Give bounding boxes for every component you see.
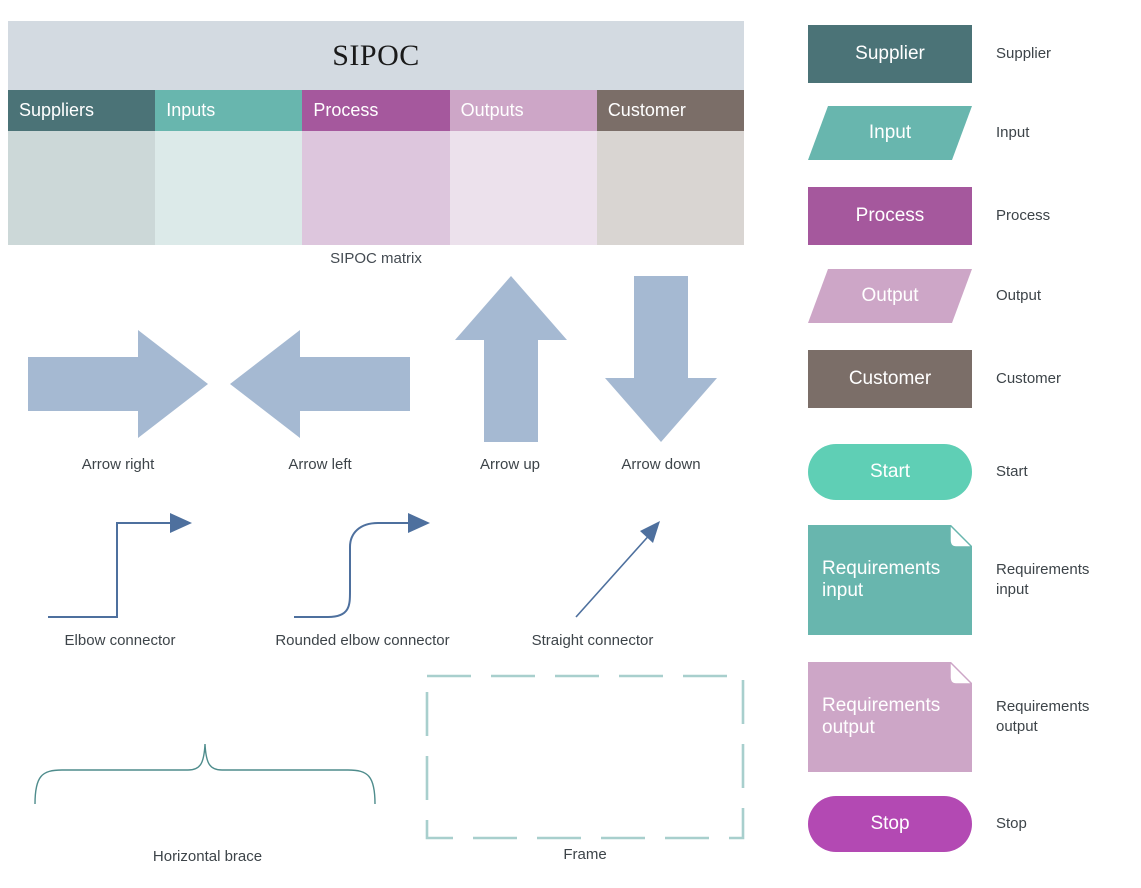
diagram-canvas: SIPOC Suppliers Inputs Process Outputs C… <box>0 0 1141 888</box>
legend-caption-supplier: Supplier <box>996 44 1052 62</box>
legend-shape-stop[interactable]: Stop <box>808 796 972 852</box>
legend-caption-start: Start <box>996 462 1028 480</box>
legend-row-requirements-output[interactable]: Requirements output Requirements output <box>808 662 1133 772</box>
frame-shape <box>425 674 745 845</box>
legend-row-stop[interactable]: Stop Stop <box>808 796 1133 852</box>
document-icon <box>808 525 972 635</box>
arrow-left-shape <box>230 330 410 443</box>
straight-connector-label: Straight connector <box>531 632 654 649</box>
sipoc-cell-inputs <box>155 131 303 245</box>
sipoc-caption: SIPOC matrix <box>330 250 422 267</box>
horizontal-brace-shape <box>30 726 380 809</box>
arrow-left-label: Arrow left <box>288 456 352 473</box>
sipoc-cell-outputs <box>449 131 597 245</box>
document-icon <box>808 662 972 772</box>
sipoc-header-process: Process <box>302 90 450 131</box>
arrow-up-label: Arrow up <box>479 456 541 473</box>
legend-shape-requirements-output[interactable]: Requirements output <box>808 662 972 772</box>
legend-shape-input[interactable]: Input <box>808 106 972 160</box>
sipoc-header-row: Suppliers Inputs Process Outputs Custome… <box>8 90 745 131</box>
sipoc-matrix: SIPOC Suppliers Inputs Process Outputs C… <box>8 21 745 245</box>
legend-caption-requirements-output: Requirements output <box>996 697 1090 735</box>
frame-label: Frame <box>563 846 607 863</box>
arrow-right-shape <box>28 330 208 443</box>
sipoc-header-inputs: Inputs <box>155 90 303 131</box>
legend-caption-input: Input <box>996 123 1030 141</box>
sipoc-title: SIPOC <box>332 38 420 72</box>
legend-row-supplier[interactable]: Supplier Supplier <box>808 25 1133 83</box>
parallelogram-icon <box>808 106 972 160</box>
sipoc-header-customer: Customer <box>596 90 745 131</box>
legend-shape-customer[interactable]: Customer <box>808 350 972 408</box>
sipoc-cell-suppliers <box>8 131 156 245</box>
legend-row-process[interactable]: Process Process <box>808 187 1133 245</box>
sipoc-header-suppliers: Suppliers <box>8 90 156 131</box>
arrow-down-shape <box>605 276 717 447</box>
parallelogram-icon <box>808 269 972 323</box>
rounded-elbow-connector-label: Rounded elbow connector <box>275 632 450 649</box>
legend-caption-output: Output <box>996 286 1042 304</box>
legend-caption-customer: Customer <box>996 369 1062 387</box>
legend-shape-label: Start <box>869 461 911 483</box>
legend-shape-label: Process <box>855 205 925 227</box>
straight-connector-shape <box>512 505 692 630</box>
legend-caption-requirements-input: Requirements input <box>996 560 1090 598</box>
elbow-connector-label: Elbow connector <box>64 632 176 649</box>
sipoc-header-outputs: Outputs <box>449 90 597 131</box>
legend-caption-stop: Stop <box>996 814 1027 832</box>
rounded-elbow-connector-shape <box>288 505 468 630</box>
legend-row-requirements-input[interactable]: Requirements input Requirements input <box>808 525 1133 635</box>
horizontal-brace-label: Horizontal brace <box>152 848 263 865</box>
legend-shape-supplier[interactable]: Supplier <box>808 25 972 83</box>
legend-row-input[interactable]: Input Input <box>808 106 1133 160</box>
elbow-connector-shape <box>40 505 220 630</box>
legend-shape-start[interactable]: Start <box>808 444 972 500</box>
legend-row-customer[interactable]: Customer Customer <box>808 350 1133 408</box>
legend-shape-process[interactable]: Process <box>808 187 972 245</box>
sipoc-cell-customer <box>596 131 745 245</box>
arrow-down-label: Arrow down <box>621 456 701 473</box>
legend-row-output[interactable]: Output Output <box>808 269 1133 323</box>
legend-shape-output[interactable]: Output <box>808 269 972 323</box>
legend-shape-requirements-input[interactable]: Requirements input <box>808 525 972 635</box>
sipoc-header-label: Inputs <box>166 100 216 120</box>
legend-shape-label: Stop <box>870 813 910 835</box>
sipoc-body-row <box>8 131 745 245</box>
sipoc-cell-process <box>302 131 450 245</box>
arrow-right-label: Arrow right <box>81 456 155 473</box>
sipoc-header-label: Process <box>313 100 379 120</box>
legend-row-start[interactable]: Start Start <box>808 444 1133 500</box>
sipoc-header-label: Customer <box>607 100 686 120</box>
legend-shape-label: Customer <box>848 368 932 390</box>
legend-shape-label: Supplier <box>855 43 925 65</box>
legend-caption-process: Process <box>996 206 1051 224</box>
arrow-up-shape <box>455 276 567 447</box>
sipoc-header-label: Outputs <box>460 100 524 120</box>
sipoc-title-band: SIPOC <box>8 21 744 90</box>
sipoc-header-label: Suppliers <box>19 100 95 120</box>
